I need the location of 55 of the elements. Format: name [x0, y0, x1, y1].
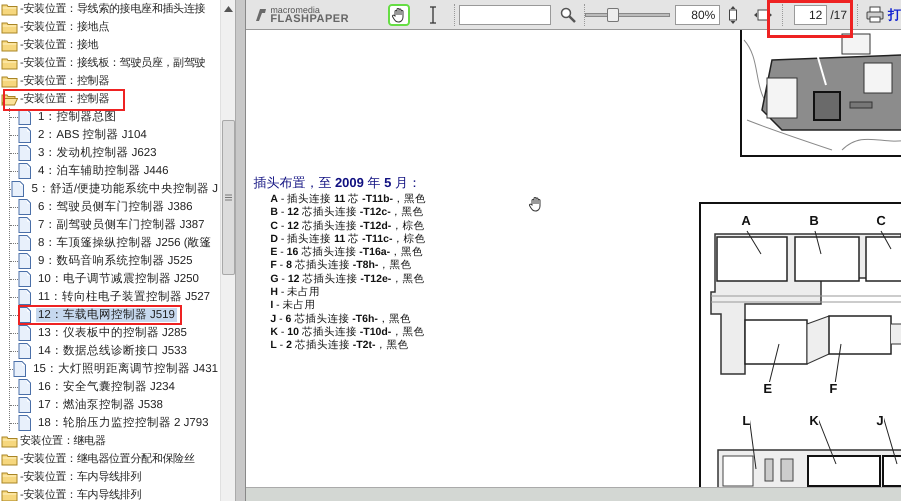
connector-label: C [876, 214, 886, 228]
connector-entry: D - 插头连接 11 芯 -T11c-，棕色 [270, 232, 426, 246]
connector-entry: H - 未占用 [270, 286, 322, 299]
connector-label: J [876, 414, 884, 428]
connector-entry: C - 12 芯插头连接 -T12d-，棕色 [270, 220, 426, 233]
tree-item[interactable]: 8：车顶篷操纵控制器 J256 (敞篷 [36, 236, 214, 250]
logo-text: FLASHPAPER [270, 14, 350, 24]
connector-entry: G - 12 芯插头连接 -T12e-，黑色 [270, 272, 426, 286]
page-total: /17 [830, 6, 847, 24]
tree-item[interactable]: 4：泊车辅助控制器 J446 [36, 164, 171, 178]
folder-item[interactable]: -安装位置：接地 [20, 38, 98, 52]
tree-item[interactable]: 1：控制器总图 [36, 110, 118, 124]
page-number-field[interactable]: 12 [794, 4, 828, 24]
folder-item[interactable]: -安装位置：接地点 [20, 20, 109, 34]
folder-item[interactable]: 安装位置：继电器 [20, 434, 106, 448]
folder-item[interactable]: -安装位置：继电器位置分配和保险丝 [20, 452, 195, 466]
tree-item[interactable]: 3：发动机控制器 J623 [36, 146, 159, 160]
tree-item[interactable]: 5：舒适/便捷功能系统中央控制器 J [29, 182, 220, 196]
tree-item[interactable]: 9：数码音响系统控制器 J525 [36, 254, 195, 268]
connector-entry: A - 插头连接 11 芯 -T11b-，黑色 [270, 193, 426, 206]
connector-entry: I - 未占用 [270, 299, 317, 313]
tree-item[interactable]: 10：电子调节减震控制器 J250 [36, 272, 201, 286]
tree-item[interactable]: 16：安全气囊控制器 J234 [36, 380, 177, 394]
tree-item[interactable]: 2：ABS 控制器 J104 [36, 128, 149, 142]
connector-label: F [829, 382, 838, 396]
tree-item[interactable]: 15：大灯照明距离调节控制器 J431 [31, 362, 220, 376]
tree-item[interactable]: 7：副驾驶员侧车门控制器 J387 [36, 218, 207, 232]
connector-label: A [741, 214, 751, 228]
tree-item[interactable]: 12：车载电网控制器 J519 [36, 308, 177, 322]
folder-item[interactable]: -安装位置：接线板：驾驶员座，副驾驶 [20, 56, 206, 70]
connector-entry: B - 12 芯插头连接 -T12c-，黑色 [270, 206, 425, 220]
folder-item[interactable]: -安装位置：车内导线排列 [20, 470, 142, 484]
tree-item[interactable]: 18：轮胎压力监控控制器 2 J793 [36, 416, 211, 430]
zoom-field[interactable]: 80% [675, 4, 720, 24]
connector-entry: E - 16 芯插头连接 -T16a-，黑色 [270, 246, 424, 259]
print-link[interactable]: 打 [888, 4, 901, 24]
tree-item[interactable]: 6：驾驶员侧车门控制器 J386 [36, 200, 195, 214]
folder-item[interactable]: -安装位置：导线索的接电座和插头连接 [20, 2, 206, 16]
folder-item[interactable]: -安装位置：控制器 [20, 92, 109, 106]
logo-text: macromedia [270, 6, 320, 14]
tree-item[interactable]: 17：燃油泵控制器 J538 [36, 398, 165, 412]
folder-item[interactable]: -安装位置：控制器 [20, 74, 109, 88]
connector-label: E [763, 382, 772, 396]
folder-item[interactable]: -安装位置：车内导线排列 [20, 488, 142, 501]
connector-entry: J - 6 芯插头连接 -T6h-，黑色 [270, 312, 412, 326]
section-heading: 插头布置，至 2009 年 5 月： [253, 174, 422, 192]
tree-item[interactable]: 14：数据总线诊断接口 J533 [36, 344, 189, 358]
connector-label: K [809, 414, 819, 428]
tree-item[interactable]: 13：仪表板中的控制器 J285 [36, 326, 189, 340]
connector-entry: F - 8 芯插头连接 -T8h-，黑色 [270, 259, 412, 273]
tree-item[interactable]: 11：转向柱电子装置控制器 J527 [36, 290, 212, 304]
connector-entry: K - 10 芯插头连接 -T10d-，黑色 [270, 326, 426, 339]
connector-entry: L - 2 芯插头连接 -T2t-，黑色 [270, 339, 410, 353]
connector-label: L [742, 414, 750, 428]
connector-label: B [809, 214, 819, 228]
